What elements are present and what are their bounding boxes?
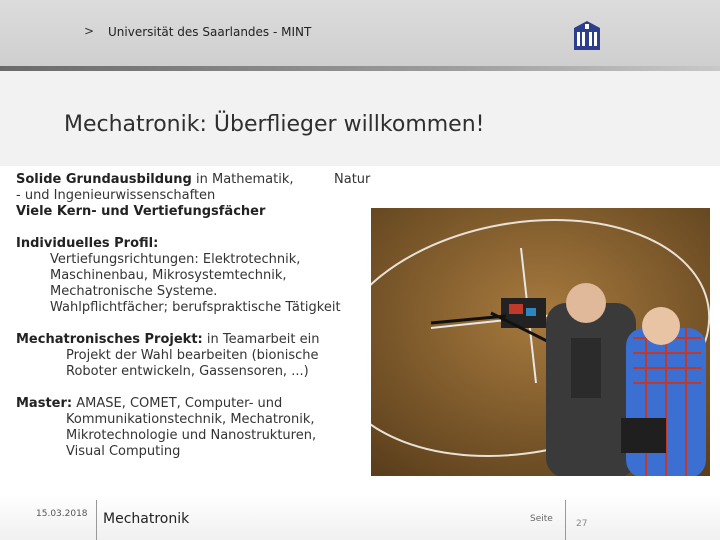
- slide-title: Mechatronik: Überflieger willkommen!: [64, 112, 485, 137]
- content-list: Solide Grundausbildung in Mathematik, - …: [16, 172, 376, 476]
- footer-page-label: Seite: [530, 514, 553, 524]
- text-line: Solide Grundausbildung in Mathematik,: [16, 172, 376, 188]
- text-line: Kommunikationstechnik, Mechatronik,: [66, 412, 315, 427]
- breadcrumb-arrow: >: [84, 24, 95, 38]
- breadcrumb: Universität des Saarlandes - MINT: [108, 25, 312, 39]
- text-line: Master: AMASE, COMET, Computer- und: [16, 396, 376, 412]
- bold-label: Master:: [16, 396, 73, 411]
- footer-divider: [565, 500, 566, 540]
- text-line: Projekt der Wahl bearbeiten (bionische: [66, 348, 319, 363]
- section-projekt: Mechatronisches Projekt: in Teamarbeit e…: [16, 332, 376, 380]
- section-master: Master: AMASE, COMET, Computer- und Komm…: [16, 396, 376, 460]
- text-line: Mikrotechnologie und Nanostrukturen,: [66, 428, 317, 443]
- text-line: Mechatronisches Projekt: in Teamarbeit e…: [16, 332, 376, 348]
- bold-label: Mechatronisches Projekt:: [16, 332, 203, 347]
- text-span: AMASE, COMET, Computer- und: [72, 396, 283, 411]
- text-line: - und Ingenieurwissenschaften: [16, 188, 216, 203]
- footer-page-number: 27: [576, 519, 588, 529]
- text-line: Vertiefungsrichtungen: Elektrotechnik,: [50, 252, 301, 267]
- bold-line: Viele Kern- und Vertiefungsfächer: [16, 204, 266, 219]
- university-logo-icon: [574, 21, 600, 50]
- text-line: Maschinenbau, Mikrosystemtechnik,: [50, 268, 287, 283]
- text-line: Wahlpflichtfächer; berufspraktische Täti…: [50, 300, 341, 315]
- bold-label: Solide Grundausbildung: [16, 172, 192, 187]
- section-profil: Individuelles Profil: Vertiefungsrichtun…: [16, 236, 376, 316]
- text-span: in Mathematik,: [191, 172, 294, 187]
- footer-title: Mechatronik: [103, 511, 190, 527]
- text-line: Roboter entwickeln, Gassensoren, ...): [66, 364, 309, 379]
- text-span: in Teamarbeit ein: [202, 332, 320, 347]
- text-line: Mechatronische Systeme.: [50, 284, 218, 299]
- text-line: Visual Computing: [66, 444, 181, 459]
- footer-divider: [96, 500, 97, 540]
- section-grundausbildung: Solide Grundausbildung in Mathematik, - …: [16, 172, 376, 220]
- section-heading: Individuelles Profil:: [16, 236, 159, 251]
- footer-date: 15.03.2018: [36, 509, 88, 519]
- drone-photo: [371, 208, 710, 476]
